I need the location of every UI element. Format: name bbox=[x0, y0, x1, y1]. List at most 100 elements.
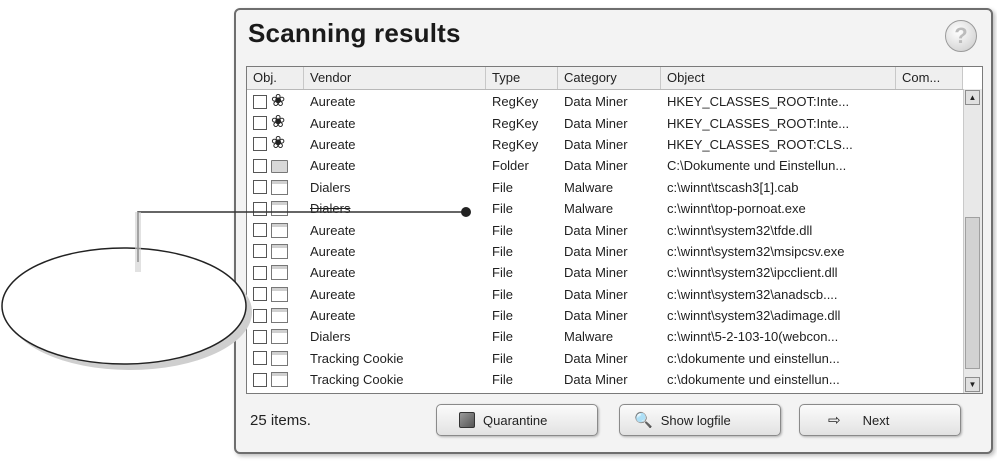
row-object: c:\winnt\system32\tfde.dll bbox=[667, 222, 813, 238]
row-object: c:\winnt\5-2-103-10(webcon... bbox=[667, 329, 839, 345]
row-object: c:\winnt\tscash3[1].cab bbox=[667, 179, 799, 195]
next-button[interactable]: ⇨ Next bbox=[799, 404, 961, 436]
column-header-vendor[interactable]: Vendor bbox=[304, 67, 486, 89]
table-row[interactable]: Aureate File Data Miner c:\winnt\system32\m… bbox=[247, 241, 963, 262]
file-icon bbox=[271, 286, 288, 302]
row-object-cell bbox=[247, 222, 304, 238]
row-checkbox[interactable] bbox=[253, 329, 267, 344]
row-object: c:\winnt\system32\msipcsv.exe bbox=[667, 243, 845, 259]
row-vendor: Aureate bbox=[310, 94, 356, 110]
row-vendor: Aureate bbox=[310, 286, 356, 302]
arrow-right-icon: ⇨ bbox=[828, 412, 841, 429]
row-vendor: Aureate bbox=[310, 136, 356, 152]
row-object-cell bbox=[247, 136, 304, 152]
row-object-cell bbox=[247, 158, 304, 174]
vertical-scrollbar[interactable]: ▲ ▼ bbox=[963, 89, 982, 393]
table-row[interactable]: Dialers File Malware c:\winnt\tscash3[1].ca… bbox=[247, 177, 963, 198]
row-checkbox[interactable] bbox=[253, 244, 267, 259]
row-checkbox[interactable] bbox=[253, 223, 267, 238]
column-header-comment[interactable]: Com... bbox=[896, 67, 963, 89]
registry-icon bbox=[271, 136, 289, 152]
file-icon bbox=[271, 179, 288, 195]
row-type: RegKey bbox=[492, 94, 539, 110]
table-row[interactable]: Aureate RegKey Data Miner HKEY_CLASSES_ROOT… bbox=[247, 134, 963, 155]
row-vendor: Aureate bbox=[310, 308, 356, 324]
row-type: Folder bbox=[492, 158, 529, 174]
row-object-cell bbox=[247, 179, 304, 195]
row-category: Data Miner bbox=[564, 308, 628, 324]
row-vendor: Tracking Cookie bbox=[310, 350, 404, 366]
table-row[interactable]: Aureate File Data Miner c:\winnt\system32\a… bbox=[247, 305, 963, 326]
table-row[interactable]: Aureate RegKey Data Miner HKEY_CLASSES_ROOT… bbox=[247, 112, 963, 133]
scroll-thumb[interactable] bbox=[965, 217, 980, 369]
row-type: File bbox=[492, 265, 513, 281]
row-checkbox[interactable] bbox=[253, 265, 267, 280]
row-checkbox[interactable] bbox=[253, 180, 267, 195]
row-vendor: Dialers bbox=[310, 179, 351, 195]
row-type: File bbox=[492, 286, 513, 302]
row-object: c:\dokumente und einstellun... bbox=[667, 350, 840, 366]
row-type: File bbox=[492, 243, 513, 259]
row-vendor: Aureate bbox=[310, 243, 356, 259]
registry-icon bbox=[271, 94, 289, 110]
row-category: Malware bbox=[564, 329, 614, 345]
row-checkbox[interactable] bbox=[253, 372, 267, 387]
row-category: Data Miner bbox=[564, 158, 628, 174]
row-object: HKEY_CLASSES_ROOT:Inte... bbox=[667, 115, 850, 131]
row-type: File bbox=[492, 372, 513, 388]
logfile-label: Show logfile bbox=[660, 412, 731, 428]
row-vendor: Aureate bbox=[310, 222, 356, 238]
help-icon[interactable]: ? bbox=[945, 20, 977, 52]
file-icon bbox=[271, 329, 288, 345]
scroll-up-button[interactable]: ▲ bbox=[965, 90, 980, 105]
table-row[interactable]: Tracking Cookie File Data Miner c:\dokument… bbox=[247, 348, 963, 369]
table-row[interactable]: Aureate File Data Miner c:\winnt\system32\a… bbox=[247, 284, 963, 305]
table-row[interactable]: Aureate RegKey Data Miner HKEY_CLASSES_ROOT… bbox=[247, 91, 963, 112]
row-object-cell bbox=[247, 201, 304, 217]
column-header-type[interactable]: Type bbox=[486, 67, 558, 89]
file-icon bbox=[271, 372, 288, 388]
results-rows: Aureate RegKey Data Miner HKEY_CLASSES_ROOT… bbox=[247, 91, 963, 390]
row-category: Data Miner bbox=[564, 265, 628, 281]
row-vendor: Aureate bbox=[310, 265, 356, 281]
row-category: Malware bbox=[564, 201, 614, 217]
row-category: Data Miner bbox=[564, 115, 628, 131]
row-checkbox[interactable] bbox=[253, 137, 267, 152]
table-row[interactable]: Dialers File Malware c:\winnt\5-2-103-10(we… bbox=[247, 326, 963, 347]
scroll-down-button[interactable]: ▼ bbox=[965, 377, 980, 392]
column-header-category[interactable]: Category bbox=[558, 67, 661, 89]
table-row[interactable]: Aureate File Data Miner c:\winnt\system32\i… bbox=[247, 262, 963, 283]
row-checkbox[interactable] bbox=[253, 351, 267, 366]
table-row[interactable]: Tracking Cookie File Data Miner c:\dokument… bbox=[247, 369, 963, 390]
next-label: Next bbox=[862, 412, 890, 428]
item-count: 25 items. bbox=[250, 412, 311, 429]
row-object-cell bbox=[247, 350, 304, 366]
row-checkbox[interactable] bbox=[253, 158, 267, 173]
row-category: Data Miner bbox=[564, 372, 628, 388]
row-category: Data Miner bbox=[564, 136, 628, 152]
file-icon bbox=[271, 308, 288, 324]
cube-icon bbox=[459, 412, 475, 428]
row-object-cell bbox=[247, 265, 304, 281]
row-checkbox[interactable] bbox=[253, 94, 267, 109]
row-category: Data Miner bbox=[564, 94, 628, 110]
file-icon bbox=[271, 350, 288, 366]
column-header-object[interactable]: Object bbox=[661, 67, 896, 89]
row-type: File bbox=[492, 308, 513, 324]
table-row[interactable]: Aureate Folder Data Miner C:\Dokumente und … bbox=[247, 155, 963, 176]
row-vendor: Tracking Cookie bbox=[310, 372, 404, 388]
row-object: c:\winnt\system32\anadscb.... bbox=[667, 286, 838, 302]
footer-bar: 25 items. Quarantine 🔍 Show logfile ⇨ Ne… bbox=[246, 402, 981, 440]
table-row[interactable]: Aureate File Data Miner c:\winnt\system32\t… bbox=[247, 219, 963, 240]
column-header-obj[interactable]: Obj. bbox=[247, 67, 304, 89]
table-row[interactable]: Dialers File Malware c:\winnt\top-pornoat.e… bbox=[247, 198, 963, 219]
show-logfile-button[interactable]: 🔍 Show logfile bbox=[619, 404, 781, 436]
row-checkbox[interactable] bbox=[253, 116, 267, 131]
row-object-cell bbox=[247, 286, 304, 302]
quarantine-button[interactable]: Quarantine bbox=[436, 404, 598, 436]
row-checkbox[interactable] bbox=[253, 201, 267, 216]
row-category: Data Miner bbox=[564, 350, 628, 366]
row-checkbox[interactable] bbox=[253, 308, 267, 323]
row-checkbox[interactable] bbox=[253, 287, 267, 302]
row-object: C:\Dokumente und Einstellun... bbox=[667, 158, 847, 174]
